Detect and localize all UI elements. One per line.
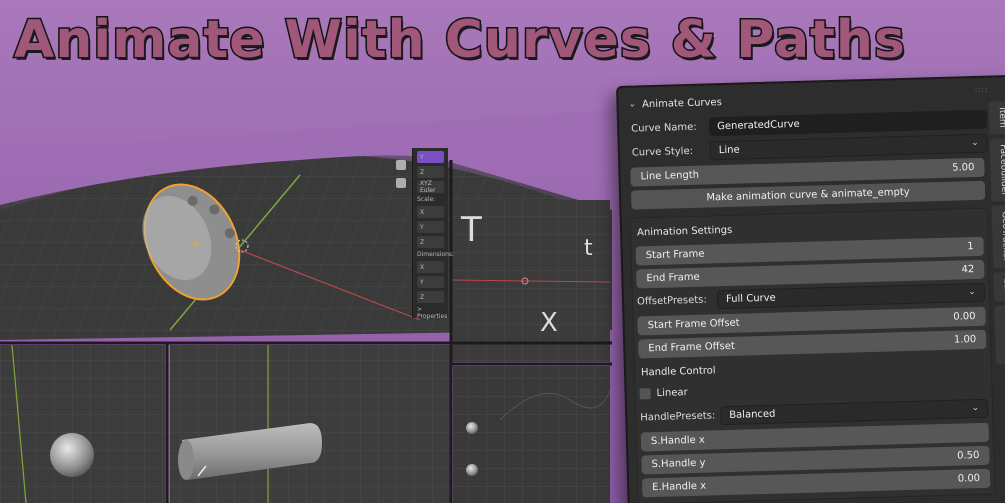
prop-field-y-rot[interactable]: Y — [417, 151, 444, 163]
linear-label: Linear — [656, 386, 688, 399]
handle-presets-dropdown[interactable]: Balanced ⌄ — [719, 398, 989, 425]
handle-presets-label: HandlePresets: — [640, 409, 716, 423]
end-offset-value: 1.00 — [953, 334, 977, 346]
prop-scale-y[interactable]: Y — [417, 221, 444, 233]
properties-side-panel: Y Z XYZ Euler Scale: X Y Z Dimensions: X… — [412, 148, 455, 320]
offset-presets-dropdown[interactable]: Full Curve ⌄ — [716, 282, 986, 309]
tab-edit[interactable]: Edit — [993, 271, 1005, 302]
shandle-y-value: 0.50 — [957, 449, 980, 462]
animate-curves-panel: :::: ⌄ Animate Curves Curve Name: Genera… — [616, 74, 1005, 503]
prop-properties-section[interactable]: > Properties — [417, 306, 447, 320]
viewport-letter-t: T — [461, 210, 482, 250]
start-offset-label: Start Frame Offset — [647, 317, 740, 332]
prop-field-z-rot[interactable]: Z — [417, 166, 444, 178]
camera-tool-icon[interactable] — [396, 178, 406, 188]
prop-scale-z[interactable]: Z — [417, 236, 444, 248]
offset-presets-label: OffsetPresets: — [636, 294, 707, 307]
curve-style-value: Line — [718, 144, 740, 156]
banner-title: Animate With Curves & Paths — [13, 9, 907, 72]
linear-checkbox[interactable] — [639, 387, 651, 399]
end-frame-value: 42 — [961, 264, 975, 276]
handle-presets-value: Balanced — [729, 408, 776, 421]
viewport-letter-x: X — [540, 308, 558, 338]
shandle-y-label: S.Handle y — [651, 457, 706, 471]
prop-dimensions-label: Dimensions: — [417, 251, 455, 258]
tab-blenderkit[interactable]: BlenderKit — [994, 305, 1005, 365]
ehandle-x-field[interactable]: E.Handle x 0.00 — [641, 468, 991, 498]
prop-rotation-mode[interactable]: XYZ Euler — [417, 180, 444, 194]
end-frame-label: End Frame — [646, 271, 700, 285]
ehandle-x-label: E.Handle x — [652, 480, 707, 494]
panel-title: Animate Curves — [641, 96, 722, 110]
tab-facebuilder[interactable]: Facebuilder — [989, 137, 1005, 202]
start-offset-value: 0.00 — [953, 311, 976, 323]
hand-tool-icon[interactable] — [396, 160, 406, 170]
start-frame-label: Start Frame — [645, 248, 705, 262]
prop-scale-x[interactable]: X — [417, 206, 444, 218]
prop-dim-x[interactable]: X — [417, 261, 444, 273]
tab-item[interactable]: Item — [988, 100, 1005, 135]
prop-scale-label: Scale: — [417, 196, 436, 203]
start-frame-value: 1 — [967, 241, 974, 253]
line-length-label: Line Length — [640, 169, 700, 182]
curve-style-label: Curve Style: — [631, 145, 694, 159]
end-offset-label: End Frame Offset — [648, 340, 736, 355]
animation-settings-section: Animation Settings Start Frame 1 End Fra… — [629, 207, 996, 503]
chevron-down-icon: ⌄ — [971, 402, 980, 414]
collapse-chevron-icon[interactable]: ⌄ — [628, 99, 636, 109]
shandle-x-label: S.Handle x — [650, 434, 705, 448]
prop-dim-z[interactable]: Z — [417, 291, 444, 303]
curve-name-label: Curve Name: — [631, 121, 697, 135]
tab-geotracker[interactable]: GeoTracker — [991, 205, 1005, 269]
line-length-value: 5.00 — [951, 161, 975, 174]
offset-presets-value: Full Curve — [725, 292, 776, 305]
ehandle-x-value: 0.00 — [957, 472, 981, 485]
prop-dim-y[interactable]: Y — [417, 276, 444, 288]
chevron-down-icon: ⌄ — [968, 287, 977, 298]
chevron-down-icon: ⌄ — [971, 137, 979, 149]
viewport-letter-small-t: t — [584, 236, 593, 261]
